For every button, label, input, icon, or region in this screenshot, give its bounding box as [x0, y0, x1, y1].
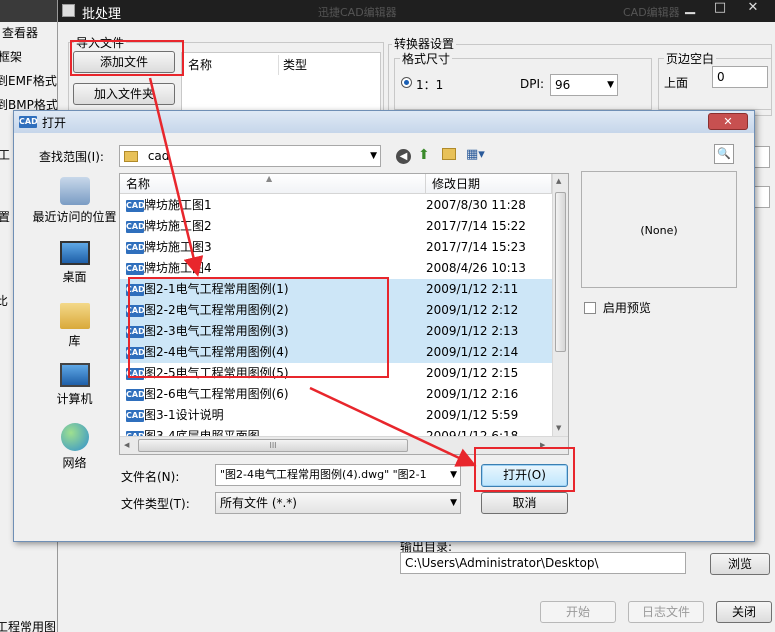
arrow-to-open — [309, 386, 477, 467]
annotation-arrows — [148, 77, 477, 467]
arrow-to-files — [148, 77, 204, 277]
